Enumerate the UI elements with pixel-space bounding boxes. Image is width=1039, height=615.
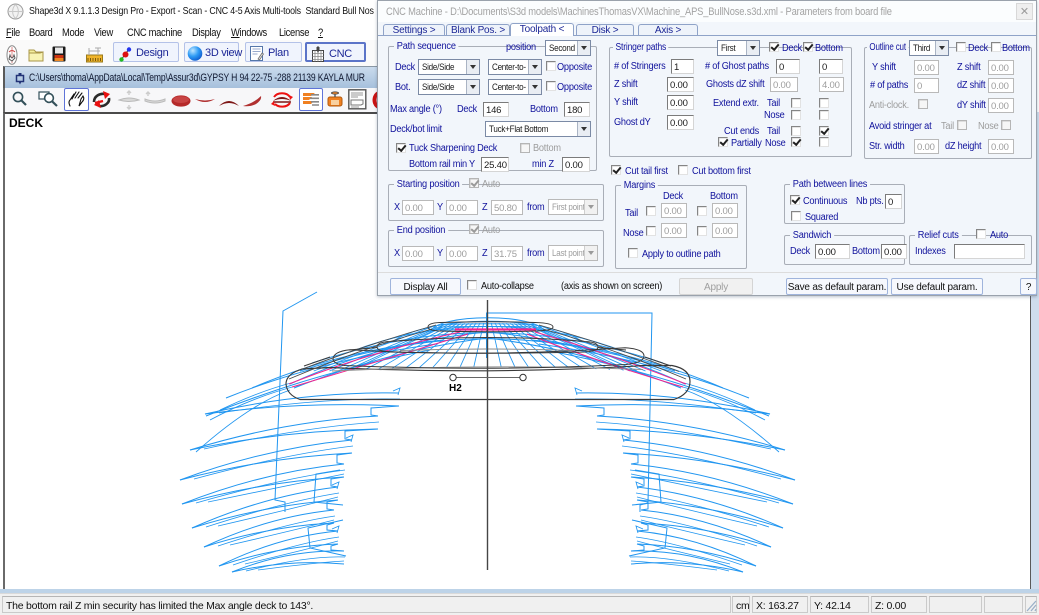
svg-text:H2: H2 [449,383,462,394]
